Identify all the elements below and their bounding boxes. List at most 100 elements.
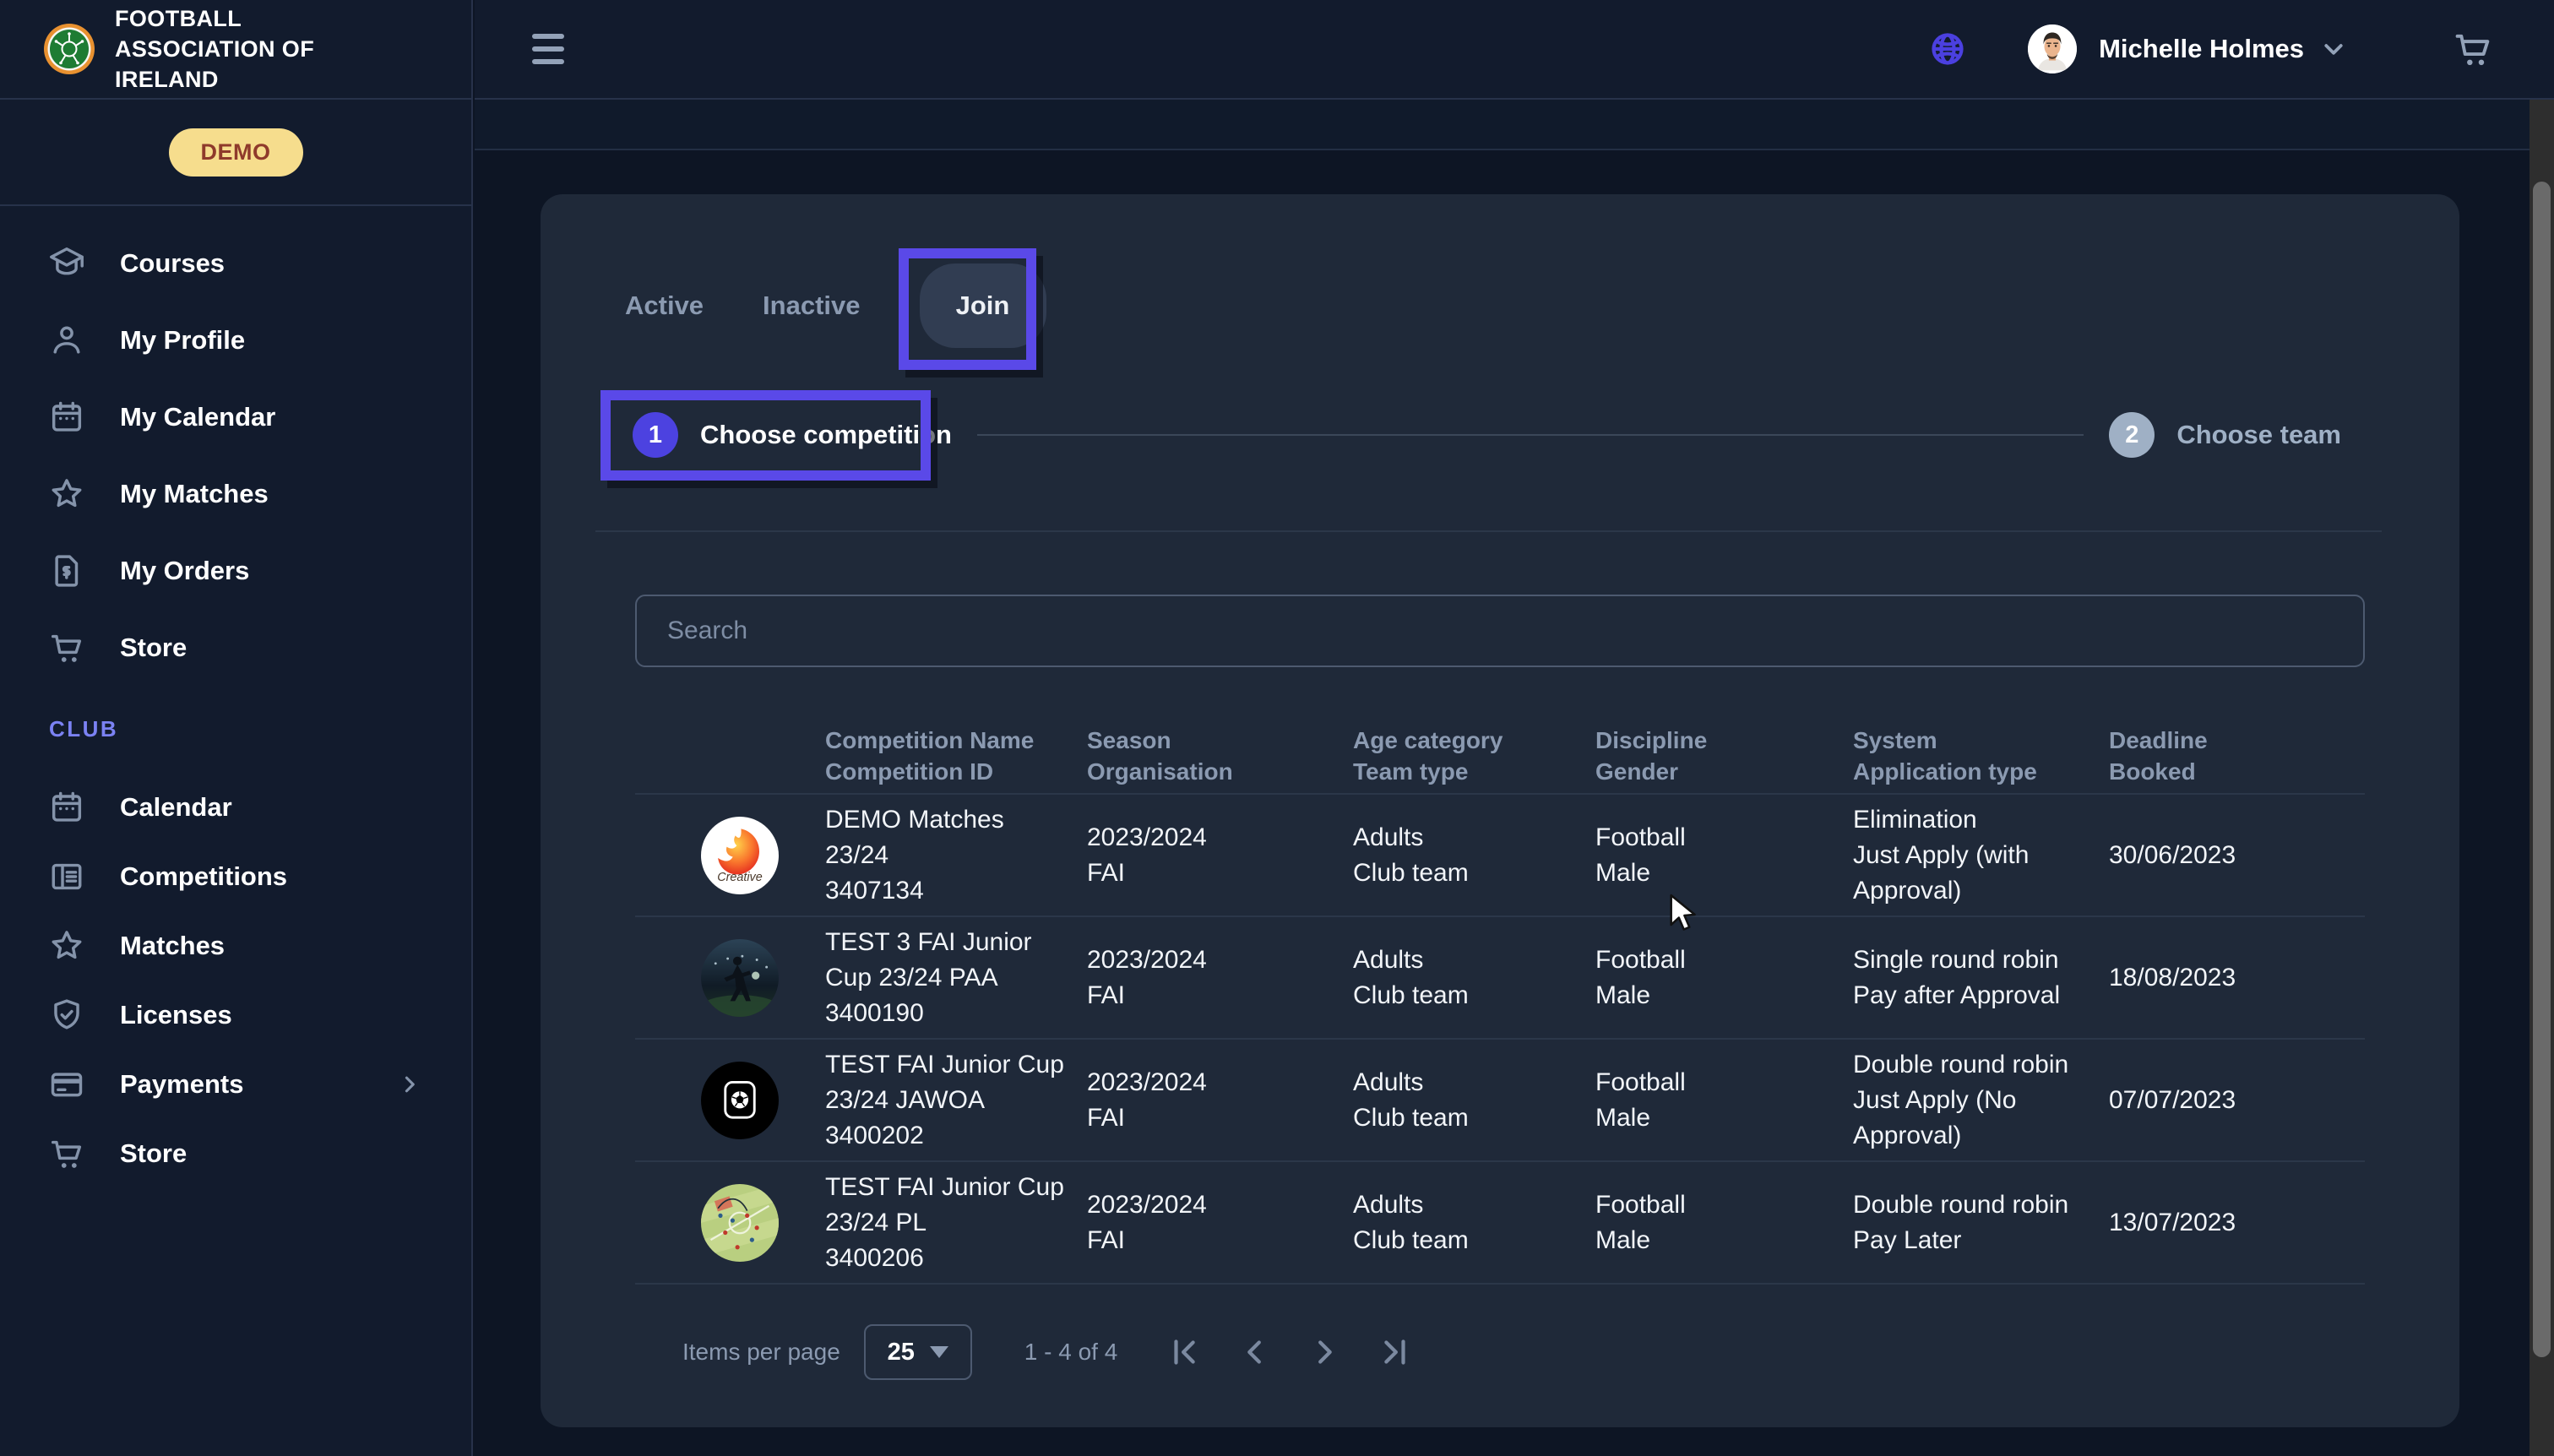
- sidebar-item-label: Payments: [120, 1069, 243, 1100]
- sidebar-item-store[interactable]: Store: [0, 609, 471, 686]
- star-icon: [47, 926, 86, 965]
- first-page-icon[interactable]: [1166, 1333, 1205, 1372]
- creative-lion-logo: Creative: [701, 817, 779, 894]
- sidebar-item-licenses[interactable]: Licenses: [0, 981, 471, 1050]
- svg-text:Creative: Creative: [717, 871, 762, 884]
- competitions-table: Competition NameCompetition ID SeasonOrg…: [635, 718, 2365, 1285]
- sidebar-nav: Courses My Profile My Calendar My Matche…: [0, 206, 471, 686]
- search-bar: [635, 595, 2365, 667]
- table-row[interactable]: TEST 3 FAI Junior Cup 23/24 PAA 3400190 …: [635, 917, 2365, 1040]
- last-page-icon[interactable]: [1374, 1333, 1413, 1372]
- search-input[interactable]: [635, 595, 2365, 667]
- age-cell: AdultsClub team: [1353, 943, 1595, 1013]
- discipline-cell: FootballMale: [1595, 1187, 1853, 1258]
- sidebar-item-label: Competitions: [120, 861, 287, 892]
- header-discipline: DisciplineGender: [1595, 725, 1853, 787]
- cart-icon: [47, 628, 86, 667]
- avatar[interactable]: [2028, 24, 2077, 73]
- orders-icon: [47, 551, 86, 590]
- sidebar-item-club-store[interactable]: Store: [0, 1119, 471, 1188]
- competition-cell: TEST 3 FAI Junior Cup 23/24 PAA 3400190: [825, 925, 1087, 1031]
- sidebar-item-payments[interactable]: Payments: [0, 1050, 471, 1119]
- step-label: Choose team: [2176, 420, 2341, 450]
- discipline-cell: FootballMale: [1595, 1065, 1853, 1136]
- table-row[interactable]: Creative DEMO Matches 23/24 3407134 2023…: [635, 795, 2365, 917]
- competitions-card: Active Inactive Join 1 Choose competitio…: [541, 194, 2459, 1427]
- competition-name: TEST FAI Junior Cup 23/24 JAWOA: [825, 1047, 1067, 1118]
- sidebar-item-my-matches[interactable]: My Matches: [0, 455, 471, 532]
- sidebar-item-courses[interactable]: Courses: [0, 225, 471, 302]
- chevron-down-icon[interactable]: [2318, 33, 2350, 65]
- sidebar-item-my-calendar[interactable]: My Calendar: [0, 378, 471, 455]
- pagination: Items per page 25 1 - 4 of 4: [541, 1314, 2365, 1390]
- calendar-icon: [47, 398, 86, 437]
- season-cell: 2023/2024FAI: [1087, 820, 1353, 891]
- sidebar-item-calendar[interactable]: Calendar: [0, 773, 471, 842]
- season-cell: 2023/2024FAI: [1087, 1065, 1353, 1136]
- menu-icon[interactable]: [532, 34, 564, 64]
- header-season: SeasonOrganisation: [1087, 725, 1353, 787]
- tab-inactive[interactable]: Inactive: [763, 291, 860, 321]
- discipline-cell: FootballMale: [1595, 943, 1853, 1013]
- table-row[interactable]: TEST FAI Junior Cup 23/24 JAWOA 3400202 …: [635, 1040, 2365, 1162]
- sidebar: FOOTBALL ASSOCIATION OF IRELAND DEMO Cou…: [0, 0, 473, 1456]
- vertical-scrollbar[interactable]: [2530, 100, 2554, 1456]
- sidebar-item-matches[interactable]: Matches: [0, 911, 471, 981]
- card-icon: [47, 1065, 86, 1104]
- language-globe-icon[interactable]: [1928, 30, 1967, 68]
- sidebar-item-label: Store: [120, 1138, 187, 1169]
- tabs-divider: [595, 530, 2382, 532]
- sidebar-item-label: Licenses: [120, 1000, 232, 1030]
- sidebar-item-competitions[interactable]: Competitions: [0, 842, 471, 911]
- system-cell: Double round robinPay Later: [1853, 1187, 2109, 1258]
- competition-id: 3400206: [825, 1241, 1067, 1276]
- courses-icon: [47, 244, 86, 283]
- demo-section: DEMO: [0, 100, 471, 206]
- page-size-select[interactable]: 25: [864, 1324, 972, 1380]
- page-size-value: 25: [888, 1339, 915, 1366]
- competition-name: DEMO Matches 23/24: [825, 802, 1067, 873]
- sidebar-item-label: My Calendar: [120, 402, 275, 432]
- system-cell: Single round robinPay after Approval: [1853, 943, 2109, 1013]
- cart-icon: [47, 1134, 86, 1173]
- scrollbar-thumb[interactable]: [2533, 182, 2551, 1357]
- discipline-cell: FootballMale: [1595, 820, 1853, 891]
- app-window: FOOTBALL ASSOCIATION OF IRELAND DEMO Cou…: [0, 0, 2554, 1456]
- system-cell: EliminationJust Apply (with Approval): [1853, 802, 2109, 909]
- competitions-icon: [47, 857, 86, 896]
- step-choose-team[interactable]: 2 Choose team: [2109, 412, 2341, 458]
- player-photo-logo: [701, 939, 779, 1017]
- sidebar-item-my-profile[interactable]: My Profile: [0, 302, 471, 378]
- mouse-cursor: [1668, 894, 1705, 937]
- deadline-cell: 30/06/2023: [2109, 838, 2365, 873]
- star-icon: [47, 475, 86, 513]
- next-page-icon[interactable]: [1305, 1333, 1344, 1372]
- brand: FOOTBALL ASSOCIATION OF IRELAND: [0, 0, 471, 100]
- competition-id: 3400202: [825, 1118, 1067, 1154]
- table-row[interactable]: TEST FAI Junior Cup 23/24 PL 3400206 202…: [635, 1162, 2365, 1285]
- age-cell: AdultsClub team: [1353, 1065, 1595, 1136]
- competition-id: 3400190: [825, 996, 1067, 1031]
- user-name[interactable]: Michelle Holmes: [2099, 34, 2304, 64]
- range-label: 1 - 4 of 4: [1024, 1339, 1118, 1366]
- fai-crest-logo: [42, 22, 96, 76]
- table-header-row: Competition NameCompetition ID SeasonOrg…: [635, 718, 2365, 795]
- annotation-highlight-step1: [600, 390, 931, 481]
- age-cell: AdultsClub team: [1353, 820, 1595, 891]
- competition-name: TEST FAI Junior Cup 23/24 PL: [825, 1170, 1067, 1241]
- cart-icon[interactable]: [2451, 27, 2495, 71]
- header-system: SystemApplication type: [1853, 725, 2109, 787]
- season-cell: 2023/2024FAI: [1087, 943, 1353, 1013]
- season-cell: 2023/2024FAI: [1087, 1187, 1353, 1258]
- tab-active[interactable]: Active: [625, 291, 704, 321]
- sidebar-item-label: Calendar: [120, 792, 232, 823]
- header-age-category: Age categoryTeam type: [1353, 725, 1595, 787]
- brand-title: FOOTBALL ASSOCIATION OF IRELAND: [115, 3, 402, 95]
- competition-cell: TEST FAI Junior Cup 23/24 PL 3400206: [825, 1170, 1087, 1276]
- previous-page-icon[interactable]: [1236, 1333, 1274, 1372]
- system-cell: Double round robinJust Apply (No Approva…: [1853, 1047, 2109, 1154]
- age-cell: AdultsClub team: [1353, 1187, 1595, 1258]
- calendar-icon: [47, 788, 86, 827]
- sidebar-item-my-orders[interactable]: My Orders: [0, 532, 471, 609]
- black-ball-logo: [701, 1062, 779, 1139]
